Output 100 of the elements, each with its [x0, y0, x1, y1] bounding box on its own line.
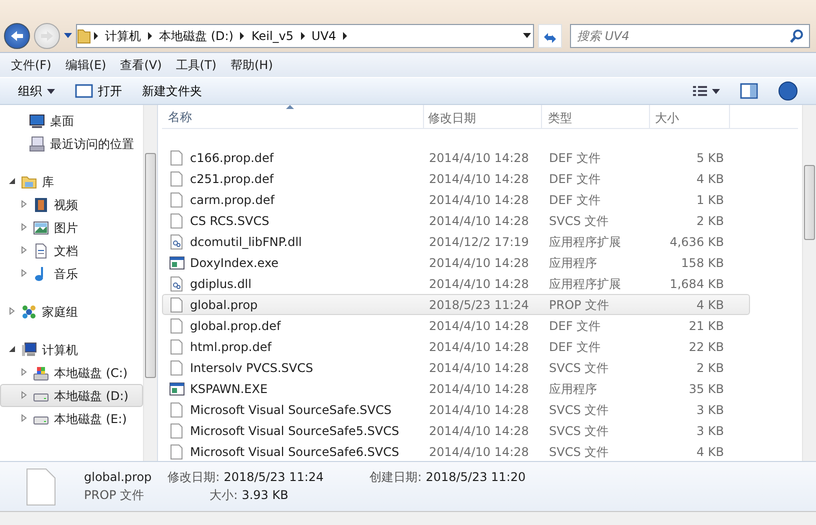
file-date: 2014/12/2 17:19: [428, 234, 530, 250]
file-row[interactable]: Intersolv PVCS.SVCS 2014/4/10 14:28 SVCS 文件 2 KB: [162, 357, 750, 378]
file-size: 3 KB: [695, 422, 724, 440]
toolbar-button[interactable]: 组织: [8, 80, 65, 102]
file-type: DEF 文件: [548, 192, 602, 208]
sidebar-item[interactable]: 桌面: [0, 109, 143, 132]
breadcrumb-segment[interactable]: UV4: [308, 27, 340, 45]
file-row[interactable]: carm.prop.def 2014/4/10 14:28 DEF 文件 1 KB: [162, 189, 750, 210]
breadcrumb-segment[interactable]: 计算机: [101, 27, 145, 45]
gear-file-icon: [169, 234, 185, 250]
scrollbar[interactable]: [143, 105, 157, 461]
dropdown-caret-icon: [64, 33, 72, 39]
file-date: 2018/5/23 11:24: [428, 296, 530, 314]
sidebar-item[interactable]: 本地磁盘 (D:): [0, 384, 143, 407]
file-icon: [169, 318, 185, 334]
sidebar-item[interactable]: 文档: [0, 239, 143, 262]
file-size: 2 KB: [695, 360, 724, 376]
file-icon: [169, 402, 185, 418]
breadcrumb-segment[interactable]: Keil_v5: [247, 27, 298, 45]
sidebar-item[interactable]: 家庭组: [0, 300, 143, 323]
file-row[interactable]: global.prop.def 2014/4/10 14:28 DEF 文件 21 KB: [162, 315, 750, 336]
file-row[interactable]: Microsoft Visual SourceSafe5.SVCS 2014/4/10 14:28 SVCS 文件 3 KB: [162, 420, 750, 441]
file-row[interactable]: CS RCS.SVCS 2014/4/10 14:28 SVCS 文件 2 KB: [162, 210, 750, 231]
file-date: 2014/4/10 14:28: [428, 402, 530, 418]
sidebar-item[interactable]: 库: [0, 170, 143, 193]
details-label: 创建日期:: [370, 469, 422, 486]
file-date: 2014/4/10 14:28: [428, 150, 530, 166]
toolbar-button[interactable]: 打开: [65, 80, 132, 102]
sidebar-item[interactable]: 视频: [0, 193, 143, 216]
file-row[interactable]: Microsoft Visual SourceSafe6.SVCS 2014/4/10 14:28 SVCS 文件 4 KB: [162, 441, 750, 462]
file-size: 4,636 KB: [668, 234, 724, 250]
file-date: 2014/4/10 14:28: [428, 254, 530, 272]
file-size: 1 KB: [695, 192, 724, 208]
file-row[interactable]: html.prop.def 2014/4/10 14:28 DEF 文件 22 KB: [162, 336, 750, 357]
sidebar-item[interactable]: 音乐: [0, 262, 143, 285]
right-arrow-icon: [40, 30, 54, 42]
file-name: global.prop: [190, 296, 258, 314]
file-row[interactable]: c251.prop.def 2014/4/10 14:28 DEF 文件 4 KB: [162, 168, 750, 189]
file-icon: [169, 338, 185, 354]
sidebar-item[interactable]: 图片: [0, 216, 143, 239]
column-header[interactable]: 大小: [650, 105, 730, 128]
file-icon: [169, 150, 185, 166]
sidebar-item[interactable]: 本地磁盘 (C:): [0, 361, 143, 384]
details-value: 2018/5/23 11:24: [224, 469, 324, 486]
file-row[interactable]: c166.prop.def 2014/4/10 14:28 DEF 文件 5 KB: [162, 147, 750, 168]
file-size: 2 KB: [695, 212, 724, 230]
file-row[interactable]: Microsoft Visual SourceSafe.SVCS 2014/4/10 14:28 SVCS 文件 3 KB: [162, 399, 750, 420]
file-name: global.prop.def: [190, 318, 281, 334]
video-icon: [33, 196, 49, 212]
file-date: 2014/4/10 14:28: [428, 318, 530, 334]
file-name: CS RCS.SVCS: [190, 212, 270, 230]
scroll-thumb[interactable]: [145, 153, 156, 378]
breadcrumb-segment[interactable]: 本地磁盘 (D:): [155, 27, 238, 45]
window-icon: [75, 84, 93, 98]
file-icon: [169, 192, 185, 208]
search-field[interactable]: 搜索 UV4: [570, 24, 810, 48]
file-size: 22 KB: [688, 338, 724, 356]
refresh-button[interactable]: [538, 24, 562, 48]
file-type: SVCS 文件: [548, 402, 610, 418]
chevron-icon: [145, 32, 155, 40]
sidebar-item[interactable]: 本地磁盘 (E:): [0, 407, 143, 430]
details-file-name: global.prop: [84, 469, 152, 486]
gear-file-icon: [169, 276, 185, 292]
picture-icon: [33, 220, 49, 236]
toolbar-button[interactable]: 新建文件夹: [132, 80, 212, 102]
file-name: Intersolv PVCS.SVCS: [190, 360, 314, 376]
file-type: SVCS 文件: [548, 444, 610, 460]
details-label: 修改日期:: [168, 469, 220, 486]
homegroup-icon: [21, 304, 37, 320]
scroll-thumb[interactable]: [804, 165, 815, 240]
menu-item[interactable]: 查看(V): [113, 53, 169, 77]
chevron-icon: [91, 32, 101, 40]
menu-item[interactable]: 编辑(E): [58, 53, 114, 77]
file-row[interactable]: DoxyIndex.exe 2014/4/10 14:28 应用程序 158 KB: [162, 252, 750, 273]
file-name: KSPAWN.EXE: [190, 380, 268, 398]
column-header[interactable]: 修改日期: [424, 105, 542, 128]
menu-item[interactable]: 文件(F): [4, 53, 58, 77]
file-row[interactable]: dcomutil_libFNP.dll 2014/12/2 17:19 应用程序扩展 4,636 KB: [162, 231, 750, 252]
file-row[interactable]: global.prop 2018/5/23 11:24 PROP 文件 4 KB: [162, 294, 750, 315]
column-header[interactable]: 类型: [542, 105, 650, 128]
file-type: 应用程序: [548, 254, 598, 272]
file-row[interactable]: gdiplus.dll 2014/4/10 14:28 应用程序扩展 1,684 KB: [162, 273, 750, 294]
sidebar-item[interactable]: 最近访问的位置: [0, 132, 143, 155]
menu-item[interactable]: 帮助(H): [224, 53, 280, 77]
file-icon: [169, 296, 185, 312]
file-row[interactable]: KSPAWN.EXE 2014/4/10 14:28 应用程序 35 KB: [162, 378, 750, 399]
caret-icon: [47, 88, 55, 94]
large-file-icon: [26, 468, 56, 506]
details-value: 3.93 KB: [242, 487, 288, 504]
menu-item[interactable]: 工具(T): [168, 53, 224, 77]
sidebar-item[interactable]: 计算机: [0, 338, 143, 361]
file-date: 2014/4/10 14:28: [428, 192, 530, 208]
file-date: 2014/4/10 14:28: [428, 360, 530, 376]
back-button[interactable]: [4, 23, 30, 49]
file-name: c166.prop.def: [190, 150, 274, 166]
computer-icon: [21, 342, 37, 358]
folder-icon: [77, 28, 91, 44]
scrollbar[interactable]: [802, 105, 816, 461]
dropdown-caret-icon: [521, 33, 533, 39]
address-bar[interactable]: 计算机 本地磁盘 (D:) Keil_v5 UV4: [76, 24, 534, 48]
